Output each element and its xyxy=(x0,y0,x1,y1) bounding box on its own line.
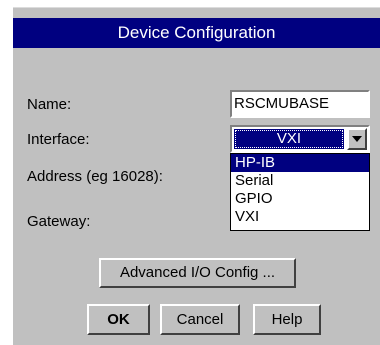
name-label: Name: xyxy=(27,96,72,113)
chevron-down-icon[interactable] xyxy=(347,128,367,150)
dropdown-option-gpio[interactable]: GPIO xyxy=(231,190,369,208)
interface-select[interactable]: VXI xyxy=(230,125,370,153)
interface-selected-value: VXI xyxy=(234,129,344,149)
advanced-io-config-button[interactable]: Advanced I/O Config ... xyxy=(99,258,296,288)
dropdown-option-serial[interactable]: Serial xyxy=(231,172,369,190)
dialog-title: Device Configuration xyxy=(13,18,380,48)
cancel-button[interactable]: Cancel xyxy=(160,304,240,335)
gateway-label: Gateway: xyxy=(27,213,91,230)
ok-button[interactable]: OK xyxy=(87,304,150,335)
name-field[interactable]: RSCMUBASE xyxy=(230,90,370,118)
address-label: Address (eg 16028): xyxy=(27,168,163,185)
interface-label: Interface: xyxy=(27,131,90,148)
help-button[interactable]: Help xyxy=(253,304,321,335)
dropdown-option-vxi[interactable]: VXI xyxy=(231,208,369,226)
device-configuration-dialog: Device Configuration Name: RSCMUBASE Int… xyxy=(13,7,380,345)
interface-dropdown-list: HP-IB Serial GPIO VXI xyxy=(230,153,370,231)
dropdown-option-hp-ib[interactable]: HP-IB xyxy=(231,154,369,172)
